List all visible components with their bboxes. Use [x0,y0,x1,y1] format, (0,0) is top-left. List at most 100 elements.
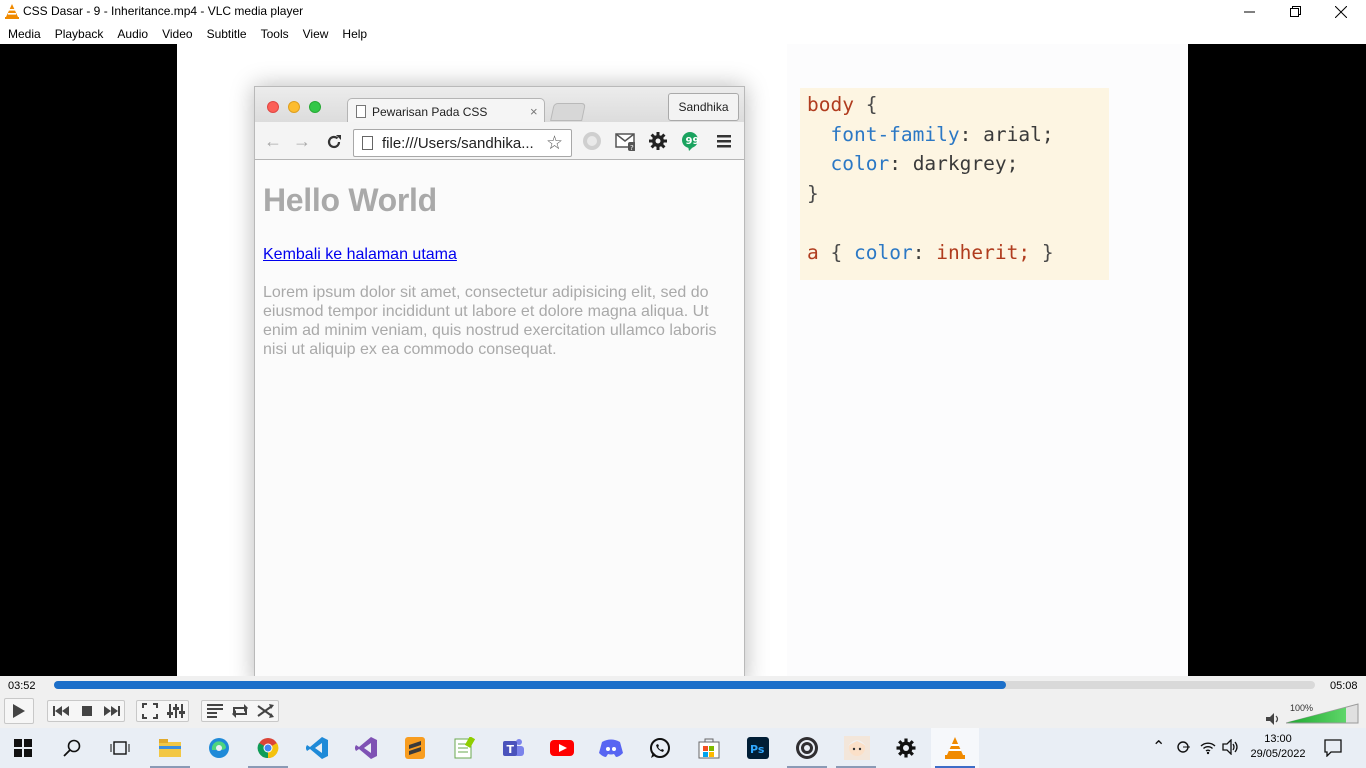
video-frame: Pewarisan Pada CSS × Sandhika ← → file:/… [177,44,1188,676]
code-selector-a: a [807,240,819,264]
shuffle-icon [256,704,274,718]
menu-video[interactable]: Video [155,27,199,41]
browser-toolbar: ← → file:///Users/sandhika... ☆ ? 99 [255,122,744,160]
start-icon[interactable] [11,736,35,760]
edge-icon[interactable] [207,736,231,760]
close-icon [1335,5,1347,18]
page-heading: Hello World [263,182,437,218]
web-page-content: Hello World Kembali ke halaman utama Lor… [263,182,733,358]
traffic-light-zoom-icon [309,101,321,113]
playlist-button[interactable] [202,700,227,722]
window-title: CSS Dasar - 9 - Inheritance.mp4 - VLC me… [23,4,304,18]
page-icon [356,105,366,118]
anime-app-icon[interactable] [844,736,870,760]
whatsapp-icon[interactable] [648,736,672,760]
browser-titlebar: Pewarisan Pada CSS × Sandhika [255,87,744,123]
shuffle-button[interactable] [253,700,278,722]
usb-device-icon[interactable] [1175,739,1191,755]
menu-subtitle[interactable]: Subtitle [200,27,254,41]
menu-media[interactable]: Media [1,27,48,41]
menu-playback[interactable]: Playback [48,27,111,41]
next-button[interactable] [99,700,124,722]
vlc-icon [5,4,19,19]
restore-button[interactable] [1272,0,1318,23]
code-colon: : [889,152,901,175]
file-explorer-icon[interactable] [158,736,182,760]
youtube-icon[interactable] [550,736,574,760]
chrome-icon[interactable] [256,736,280,760]
browser-window: Pewarisan Pada CSS × Sandhika ← → file:/… [254,86,745,676]
svg-text:?: ? [630,144,634,152]
forward-arrow-icon: → [293,131,311,151]
loop-icon [231,704,248,718]
settings-icon[interactable] [894,736,918,760]
microsoft-store-icon[interactable] [697,736,721,760]
title-bar: CSS Dasar - 9 - Inheritance.mp4 - VLC me… [0,0,1366,23]
notepad-plus-plus-icon[interactable] [452,736,476,760]
code-colon: : [912,240,925,264]
svg-text:T: T [507,743,515,756]
taskbar-clock[interactable]: 13:00 29/05/2022 [1247,732,1309,762]
volume-slider[interactable] [1286,703,1360,725]
code-colon: : [959,122,972,146]
code-close-brace: } [1041,240,1054,264]
previous-icon [52,706,69,716]
menu-help[interactable]: Help [335,27,374,41]
menu-tools[interactable]: Tools [254,27,296,41]
video-area[interactable]: Pewarisan Pada CSS × Sandhika ← → file:/… [0,44,1366,676]
minimize-button[interactable] [1226,0,1272,23]
vlc-taskbar-button[interactable] [931,728,979,768]
css-code-block: body { font-family: arial; color: darkgr… [800,88,1109,280]
task-view-icon[interactable] [108,736,132,760]
seek-bar[interactable] [54,681,1315,689]
menu-view[interactable]: View [296,27,336,41]
home-link: Kembali ke halaman utama [263,246,457,263]
extension-hand-icon [582,131,602,151]
code-open-brace: { [830,240,843,264]
notifications-icon[interactable] [1324,739,1342,757]
total-time[interactable]: 05:08 [1330,680,1358,692]
clock-time: 13:00 [1264,733,1292,745]
back-arrow-icon: ← [264,131,282,151]
obs-icon[interactable] [795,736,819,760]
show-hidden-icons-chevron-icon[interactable]: ⌃ [1152,737,1165,757]
sublime-text-icon[interactable] [403,736,427,760]
teams-icon[interactable]: T [501,736,525,760]
code-selector-body: body [807,93,854,116]
code-prop-color: color [830,152,890,175]
code-val-arial: arial; [983,122,1054,146]
vscode-icon[interactable] [305,736,329,760]
menu-audio[interactable]: Audio [110,27,155,41]
volume-speaker-icon[interactable] [1266,713,1280,725]
code-val-darkgrey: darkgrey; [912,152,1019,175]
close-button[interactable] [1318,0,1364,23]
code-prop-font-family: font-family [830,122,960,146]
photoshop-icon[interactable]: Ps [746,736,770,760]
document-icon [362,136,373,150]
previous-button[interactable] [48,700,73,722]
extended-settings-button[interactable] [163,700,188,722]
discord-icon[interactable] [599,736,623,760]
gmail-checker-icon: ? [615,131,635,152]
elapsed-time[interactable]: 03:52 [8,680,36,692]
traffic-light-close-icon [267,101,279,113]
fullscreen-button[interactable] [137,700,162,722]
profile-button: Sandhika [668,93,739,121]
wifi-icon[interactable] [1200,739,1216,755]
play-button[interactable] [4,698,34,724]
visual-studio-icon[interactable] [354,736,378,760]
minimize-icon [1243,11,1255,13]
bookmark-star-icon: ☆ [546,133,564,154]
stop-button[interactable] [74,700,99,722]
player-controls: 03:52 05:08 100% [0,676,1366,728]
new-tab-icon [550,103,586,121]
vlc-taskbar-icon [943,736,967,760]
address-url: file:///Users/sandhika... [382,135,534,152]
browser-tab: Pewarisan Pada CSS × [347,98,545,123]
speaker-icon[interactable] [1222,739,1240,755]
playlist-icon [206,704,223,718]
search-icon[interactable] [60,736,84,760]
loop-button[interactable] [227,700,252,722]
traffic-light-minimize-icon [288,101,300,113]
code-val-inherit: inherit; [936,240,1031,264]
